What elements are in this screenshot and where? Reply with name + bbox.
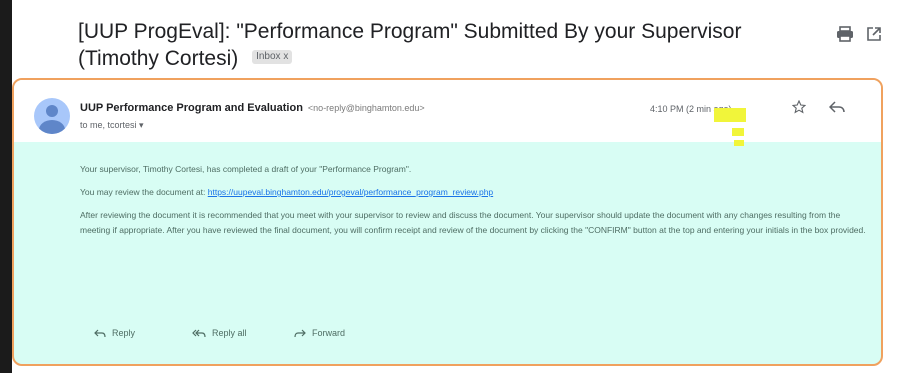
reply-icon[interactable] [829, 100, 845, 114]
recipient-text: to me, tcortesi [80, 120, 137, 130]
message-body: Your supervisor, Timothy Cortesi, has co… [80, 162, 870, 246]
recipient-line[interactable]: to me, tcortesi ▾ [80, 120, 144, 131]
body-link-prefix: You may review the document at: [80, 187, 206, 197]
reply-label: Reply [112, 328, 136, 338]
person-avatar-icon[interactable] [34, 98, 70, 134]
inbox-label-chip[interactable]: Inbox x [252, 50, 293, 65]
reply-all-icon [192, 329, 206, 337]
highlight-mark [714, 108, 746, 122]
sender-email: <no-reply@binghamton.edu> [307, 103, 425, 113]
message-card: UUP Performance Program and Evaluation <n… [12, 78, 883, 366]
sender-line: UUP Performance Program and Evaluation <n… [80, 102, 425, 114]
forward-button[interactable]: Forward [294, 328, 345, 339]
highlight-mark [732, 128, 744, 136]
email-subject: [UUP ProgEval]: "Performance Program" Su… [78, 18, 778, 72]
reply-all-button[interactable]: Reply all [192, 328, 247, 339]
body-paragraph-1: Your supervisor, Timothy Cortesi, has co… [80, 164, 412, 174]
reply-icon [94, 329, 106, 337]
reply-button[interactable]: Reply [94, 328, 135, 339]
body-paragraph-2: You may review the document at: https://… [80, 185, 870, 200]
highlight-mark [734, 140, 744, 146]
print-icon[interactable] [836, 26, 854, 42]
left-edge-bar [0, 0, 12, 373]
subject-title: [UUP ProgEval]: "Performance Program" Su… [78, 20, 742, 70]
sender-name[interactable]: UUP Performance Program and Evaluation [80, 102, 303, 114]
star-icon[interactable] [792, 100, 806, 114]
reply-all-label: Reply all [212, 328, 247, 338]
open-in-new-icon[interactable] [866, 26, 882, 42]
forward-label: Forward [312, 328, 346, 338]
forward-icon [294, 329, 306, 337]
body-paragraph-3: After reviewing the document it is recom… [80, 210, 866, 235]
chevron-down-icon[interactable]: ▾ [139, 120, 144, 130]
document-link[interactable]: https://uupeval.binghamton.edu/progeval/… [208, 187, 493, 197]
